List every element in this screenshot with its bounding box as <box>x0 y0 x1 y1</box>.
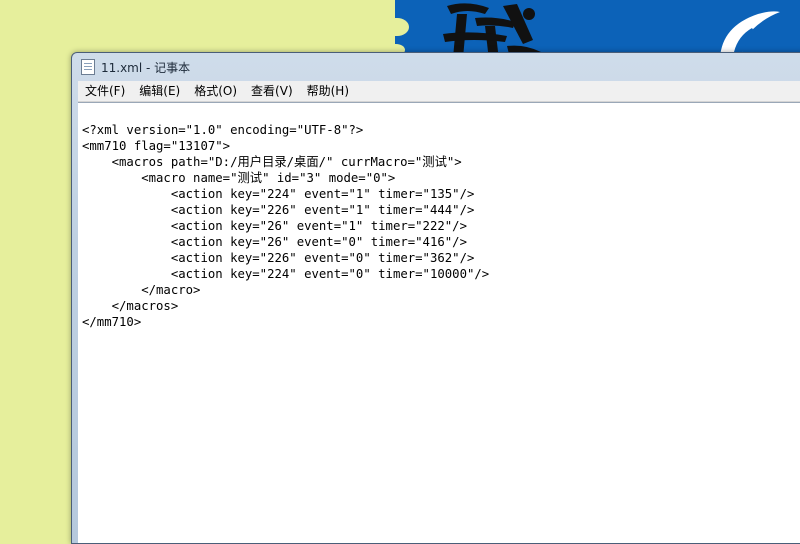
editor-line: <action key="224" event="1" timer="135"/… <box>82 187 475 201</box>
menu-bar: 文件(F) 编辑(E) 格式(O) 查看(V) 帮助(H) <box>78 81 800 102</box>
editor-line: <action key="226" event="0" timer="362"/… <box>82 251 475 265</box>
editor-line: </macro> <box>82 283 201 297</box>
notepad-icon <box>81 59 95 75</box>
menu-edit[interactable]: 编辑(E) <box>132 81 187 101</box>
editor-line: </macros> <box>82 299 179 313</box>
editor-line: <mm710 flag="13107"> <box>82 139 231 153</box>
editor-line: <macro name="测试" id="3" mode="0"> <box>82 171 396 185</box>
menu-view[interactable]: 查看(V) <box>244 81 300 101</box>
menu-file[interactable]: 文件(F) <box>78 81 132 101</box>
notepad-window: 11.xml - 记事本 文件(F) 编辑(E) 格式(O) 查看(V) 帮助(… <box>71 52 800 544</box>
wallpaper-edge <box>395 18 409 36</box>
editor-line: <action key="224" event="0" timer="10000… <box>82 267 490 281</box>
title-bar[interactable]: 11.xml - 记事本 <box>72 53 800 81</box>
window-title: 11.xml - 记事本 <box>101 60 191 75</box>
editor-line: <action key="26" event="1" timer="222"/> <box>82 219 467 233</box>
editor-line: <?xml version="1.0" encoding="UTF-8"?> <box>82 123 364 137</box>
editor-line: <action key="26" event="0" timer="416"/> <box>82 235 467 249</box>
editor-line: <action key="226" event="1" timer="444"/… <box>82 203 475 217</box>
editor-line: <macros path="D:/用户目录/桌面/" currMacro="测试… <box>82 155 462 169</box>
text-editor[interactable]: <?xml version="1.0" encoding="UTF-8"?> <m… <box>78 102 800 543</box>
editor-line: </mm710> <box>82 315 142 329</box>
menu-format[interactable]: 格式(O) <box>187 81 244 101</box>
menu-help[interactable]: 帮助(H) <box>300 81 356 101</box>
